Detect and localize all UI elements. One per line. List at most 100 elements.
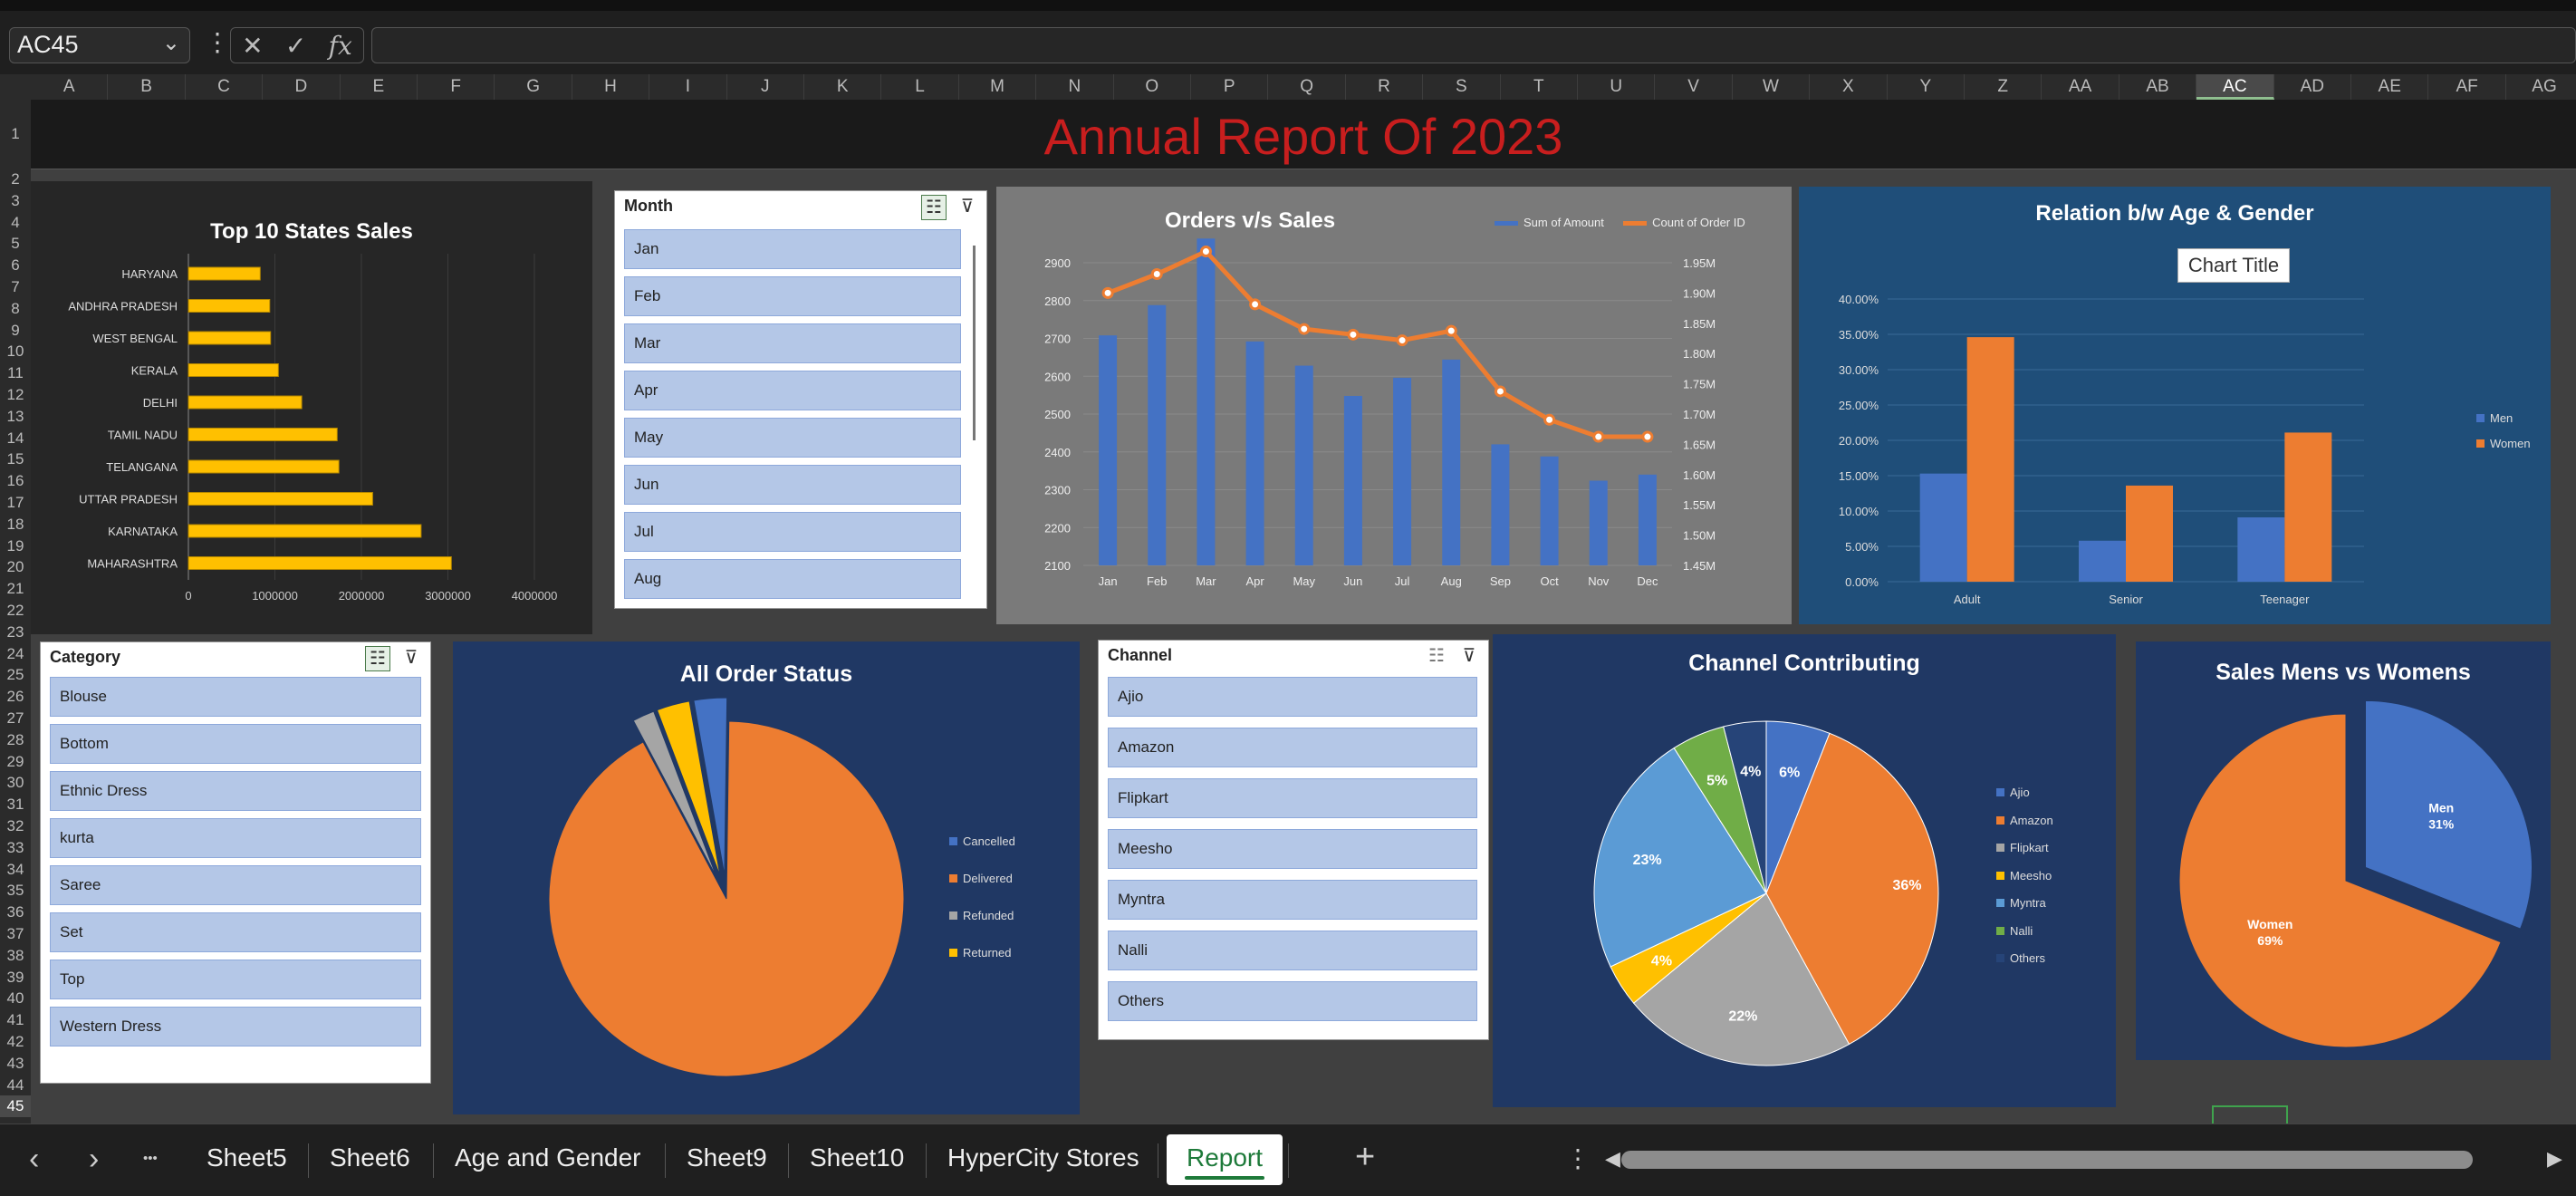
row-header[interactable]: 31	[0, 794, 31, 815]
row-header[interactable]: 1	[0, 100, 31, 169]
multi-select-icon[interactable]: ☷	[1425, 644, 1448, 668]
column-header[interactable]: T	[1501, 74, 1578, 100]
sheet-tab[interactable]: HyperCity Stores	[947, 1143, 1139, 1172]
slicer-item[interactable]: Jun	[624, 465, 961, 505]
column-header[interactable]: N	[1036, 74, 1114, 100]
row-header[interactable]: 42	[0, 1031, 31, 1053]
chart-age-gender[interactable]: Relation b/w Age & Gender Chart Title Me…	[1799, 187, 2551, 624]
slicer-item[interactable]: kurta	[50, 818, 421, 858]
slicer-item[interactable]: May	[624, 418, 961, 458]
bar[interactable]	[2126, 485, 2173, 582]
slicer-item[interactable]: Set	[50, 912, 421, 952]
row-header[interactable]: 37	[0, 923, 31, 945]
row-header[interactable]: 38	[0, 945, 31, 967]
column-header[interactable]: AB	[2119, 74, 2197, 100]
row-header[interactable]: 36	[0, 902, 31, 923]
column-header[interactable]: R	[1346, 74, 1424, 100]
row-header[interactable]: 25	[0, 664, 31, 686]
row-header[interactable]: 10	[0, 341, 31, 362]
more-sheets-icon[interactable]: •••	[143, 1151, 158, 1166]
line-point[interactable]	[1347, 328, 1360, 341]
row-header[interactable]: 4	[0, 212, 31, 234]
bar[interactable]	[187, 492, 373, 506]
column-header[interactable]: AC	[2196, 74, 2274, 100]
bar[interactable]	[1589, 480, 1608, 565]
slicer-item[interactable]: Mar	[624, 323, 961, 363]
row-header[interactable]: 26	[0, 686, 31, 708]
row-header[interactable]: 7	[0, 276, 31, 298]
line-point[interactable]	[1445, 324, 1457, 337]
row-header[interactable]: 16	[0, 470, 31, 492]
insert-function-icon[interactable]: fx	[329, 31, 352, 61]
bar[interactable]	[1540, 456, 1559, 565]
selected-cell[interactable]	[2212, 1105, 2288, 1125]
add-sheet-icon[interactable]: +	[1355, 1138, 1375, 1177]
line-point[interactable]	[1494, 385, 1506, 398]
slicer-item[interactable]: Others	[1108, 981, 1477, 1021]
row-header[interactable]: 40	[0, 988, 31, 1009]
column-header[interactable]: O	[1114, 74, 1191, 100]
column-header[interactable]: B	[108, 74, 186, 100]
slicer-item[interactable]: Aug	[624, 559, 961, 599]
slicer-item[interactable]: Myntra	[1108, 880, 1477, 920]
column-header[interactable]: X	[1810, 74, 1888, 100]
row-header[interactable]: 41	[0, 1009, 31, 1031]
sheet-tab[interactable]: Sheet5	[207, 1143, 287, 1172]
column-header[interactable]: K	[804, 74, 882, 100]
row-header[interactable]: 5	[0, 233, 31, 255]
slicer-item[interactable]: Ajio	[1108, 677, 1477, 717]
multi-select-icon[interactable]: ☷	[921, 195, 947, 220]
row-header[interactable]: 13	[0, 406, 31, 428]
bar[interactable]	[187, 556, 452, 570]
slicer-item[interactable]: Jan	[624, 229, 961, 269]
column-header[interactable]: AF	[2428, 74, 2506, 100]
slicer-item[interactable]: Saree	[50, 865, 421, 905]
row-header[interactable]: 12	[0, 384, 31, 406]
column-header[interactable]: S	[1423, 74, 1501, 100]
column-header[interactable]: I	[649, 74, 727, 100]
slicer-month[interactable]: Month ☷ ⊽ Jan Feb Mar Apr May Jun Jul Aug	[614, 190, 987, 609]
row-header[interactable]: 33	[0, 837, 31, 859]
scroll-right-icon[interactable]: ▶	[2547, 1147, 2562, 1171]
chart-orders-sales[interactable]: Orders v/s Sales Sum of Amount Count of …	[996, 187, 1792, 624]
row-header[interactable]: 34	[0, 859, 31, 881]
name-box[interactable]: AC45 ⌄	[9, 27, 190, 63]
slicer-item[interactable]: Top	[50, 960, 421, 999]
sheet-tab[interactable]: Sheet9	[687, 1143, 767, 1172]
bar[interactable]	[2237, 517, 2285, 582]
bar[interactable]	[1966, 337, 2014, 582]
row-header[interactable]: 23	[0, 622, 31, 643]
chart-channel[interactable]: Channel Contributing Ajio Amazon Flipkart M…	[1493, 634, 2116, 1107]
column-header[interactable]: D	[263, 74, 341, 100]
sheet-tab[interactable]: Sheet6	[330, 1143, 410, 1172]
row-header[interactable]: 2	[0, 169, 31, 190]
slicer-scrollbar[interactable]	[973, 246, 976, 440]
bar[interactable]	[187, 459, 340, 474]
row-header[interactable]: 21	[0, 578, 31, 600]
bar[interactable]	[187, 524, 422, 538]
slicer-item[interactable]: Apr	[624, 371, 961, 410]
row-header[interactable]: 17	[0, 492, 31, 514]
sheet-tab[interactable]: Sheet10	[810, 1143, 904, 1172]
bar[interactable]	[187, 299, 271, 313]
row-header[interactable]: 14	[0, 428, 31, 449]
slicer-item[interactable]: Bottom	[50, 724, 421, 764]
row-header[interactable]: 18	[0, 514, 31, 535]
row-header[interactable]: 32	[0, 815, 31, 837]
row-header[interactable]: 15	[0, 448, 31, 470]
line-point[interactable]	[1592, 430, 1605, 443]
column-header[interactable]: P	[1191, 74, 1269, 100]
bar[interactable]	[187, 331, 272, 345]
bar[interactable]	[1245, 341, 1264, 565]
slicer-category[interactable]: Category ☷ ⊽ Blouse Bottom Ethnic Dress kur…	[40, 641, 431, 1084]
column-header[interactable]: AE	[2351, 74, 2429, 100]
bar[interactable]	[1343, 395, 1362, 565]
row-header[interactable]: 29	[0, 751, 31, 773]
column-header[interactable]: AA	[2042, 74, 2119, 100]
bar[interactable]	[1638, 474, 1657, 565]
horizontal-scrollbar[interactable]	[1621, 1151, 2473, 1169]
column-header[interactable]: W	[1733, 74, 1811, 100]
enter-icon[interactable]: ✓	[285, 31, 306, 61]
slicer-item[interactable]: Western Dress	[50, 1007, 421, 1046]
slicer-item[interactable]: Meesho	[1108, 829, 1477, 869]
